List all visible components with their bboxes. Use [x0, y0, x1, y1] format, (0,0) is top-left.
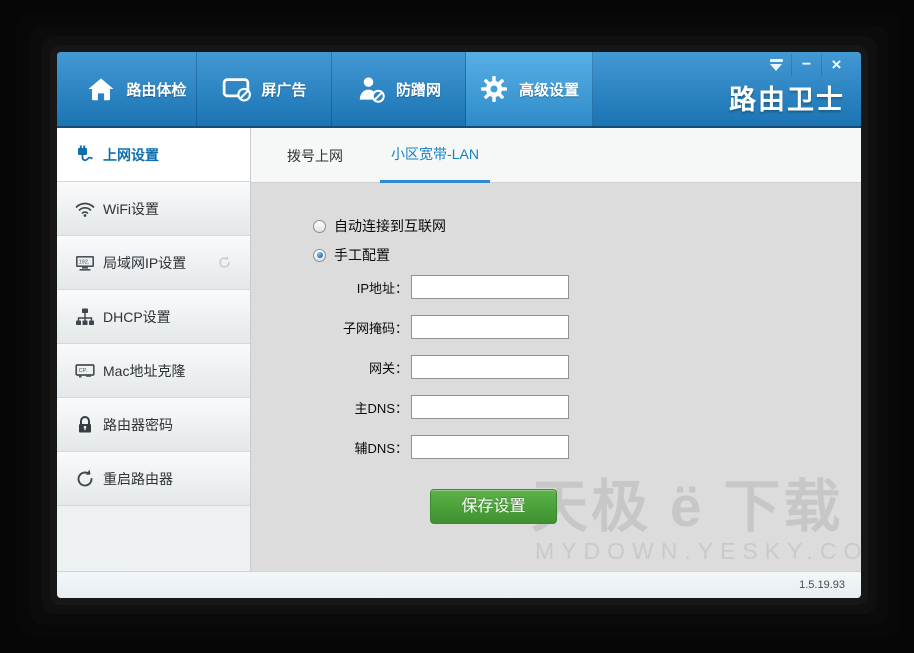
home-icon	[86, 74, 116, 104]
sidebar-item-restart-router[interactable]: 重启路由器	[57, 452, 250, 506]
minimize-icon: −	[802, 60, 811, 70]
field-label: 主DNS：	[251, 398, 408, 417]
form-row: 主DNS：	[251, 395, 569, 419]
watermark-subtitle: MYDOWN.YESKY.COM	[535, 538, 861, 565]
sidebar-item-label: DHCP设置	[103, 307, 171, 327]
sidebar-item-mac-clone[interactable]: CP. Mac地址克隆	[57, 344, 250, 398]
minimize-button[interactable]: −	[791, 54, 821, 76]
version-label: 1.5.19.93	[799, 572, 845, 598]
connection-mode-radios: 自动连接到互联网 手工配置	[313, 216, 446, 274]
svg-text:192.: 192.	[79, 259, 90, 265]
nav-tab-label: 屏广告	[261, 79, 306, 100]
sidebar-item-internet-settings[interactable]: 上网设置	[57, 128, 250, 182]
sidebar-item-wifi-settings[interactable]: WiFi设置	[57, 182, 250, 236]
save-settings-button[interactable]: 保存设置	[430, 489, 557, 524]
app-logo: 路由卫士	[729, 78, 845, 117]
primary-dns-input[interactable]	[411, 395, 569, 419]
sidebar-item-label: WiFi设置	[103, 199, 159, 219]
main-nav: 路由体检 屏广告 防蹭网	[77, 52, 593, 126]
svg-text:CP.: CP.	[79, 368, 88, 374]
close-button[interactable]: ×	[821, 54, 851, 76]
gear-icon	[479, 74, 509, 104]
form-row: 子网掩码：	[251, 315, 569, 339]
radio-manual-config[interactable]: 手工配置	[313, 245, 446, 265]
radio-auto-connect[interactable]: 自动连接到互联网	[313, 216, 446, 236]
content-tabs: 拨号上网 小区宽带-LAN	[251, 128, 861, 183]
window-controls: − ×	[761, 54, 851, 78]
radio-label: 手工配置	[334, 245, 390, 265]
sidebar: 上网设置 WiFi设置 192. 局域网IP设置	[57, 128, 251, 571]
lan-monitor-icon: 192.	[73, 252, 97, 274]
nav-tab-label: 高级设置	[519, 79, 579, 100]
radio-icon	[313, 220, 326, 233]
nav-tab-label: 防蹭网	[396, 79, 441, 100]
skin-button[interactable]	[761, 54, 791, 76]
nav-tab-anti-leech[interactable]: 防蹭网	[332, 52, 466, 126]
usb-plug-icon	[73, 144, 97, 166]
nav-tab-block-ads[interactable]: 屏广告	[197, 52, 332, 126]
form-row: 辅DNS：	[251, 435, 569, 459]
radio-icon-checked	[313, 249, 326, 262]
status-bar: 1.5.19.93	[57, 571, 861, 598]
subnet-mask-input[interactable]	[411, 315, 569, 339]
app-window: 路由体检 屏广告 防蹭网	[57, 52, 861, 598]
skin-icon	[770, 59, 783, 71]
sidebar-item-label: 重启路由器	[103, 469, 173, 489]
nav-tab-label: 路由体检	[126, 79, 186, 100]
sidebar-item-router-password[interactable]: 路由器密码	[57, 398, 250, 452]
wifi-icon	[73, 198, 97, 220]
sidebar-item-lan-ip-settings[interactable]: 192. 局域网IP设置	[57, 236, 250, 290]
form-row: 网关：	[251, 355, 569, 379]
gateway-input[interactable]	[411, 355, 569, 379]
content-panel: 拨号上网 小区宽带-LAN 自动连接到互联网 手工配置 IP地址：	[251, 128, 861, 571]
form-row: IP地址：	[251, 275, 569, 299]
field-label: IP地址：	[251, 278, 408, 297]
close-icon: ×	[832, 55, 842, 75]
lock-icon	[73, 414, 97, 436]
manual-config-form: IP地址： 子网掩码： 网关： 主DNS： 辅DNS：	[251, 275, 569, 475]
sidebar-item-label: 上网设置	[103, 145, 159, 165]
sidebar-item-label: Mac地址克隆	[103, 361, 185, 381]
radio-label: 自动连接到互联网	[334, 216, 446, 236]
user-block-icon	[356, 74, 386, 104]
restart-icon	[73, 468, 97, 490]
nav-tab-advanced-settings[interactable]: 高级设置	[466, 52, 593, 126]
field-label: 网关：	[251, 358, 408, 377]
nav-tab-router-check[interactable]: 路由体检	[77, 52, 197, 126]
refresh-icon	[217, 255, 232, 270]
tab-lan-broadband[interactable]: 小区宽带-LAN	[380, 128, 490, 183]
sidebar-item-dhcp-settings[interactable]: DHCP设置	[57, 290, 250, 344]
network-tree-icon	[73, 306, 97, 328]
screen-block-icon	[221, 74, 251, 104]
sidebar-item-label: 路由器密码	[103, 415, 173, 435]
watermark-title: 天极 ë 下载	[531, 461, 843, 543]
network-card-icon: CP.	[73, 360, 97, 382]
field-label: 子网掩码：	[251, 318, 408, 337]
tab-dialup[interactable]: 拨号上网	[265, 128, 365, 183]
ip-address-input[interactable]	[411, 275, 569, 299]
sidebar-item-label: 局域网IP设置	[103, 253, 186, 273]
secondary-dns-input[interactable]	[411, 435, 569, 459]
field-label: 辅DNS：	[251, 438, 408, 457]
title-bar: 路由体检 屏广告 防蹭网	[57, 52, 861, 128]
main-area: 上网设置 WiFi设置 192. 局域网IP设置	[57, 128, 861, 571]
